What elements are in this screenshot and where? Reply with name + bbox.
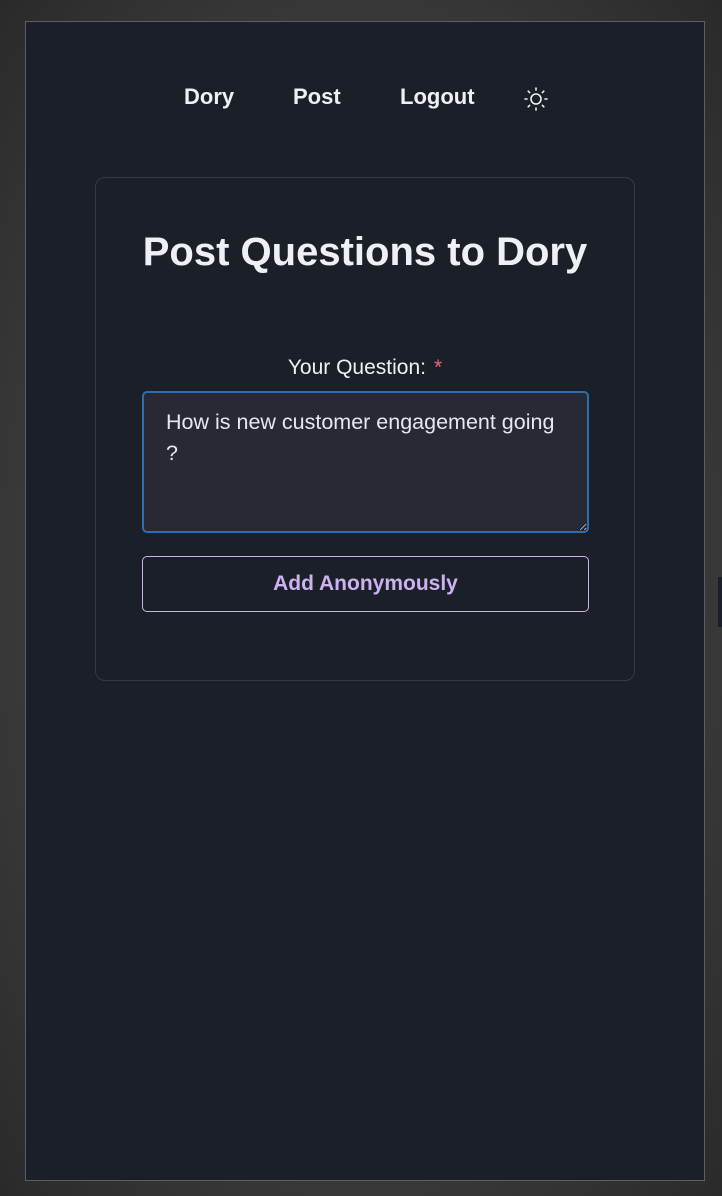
sun-icon [524, 87, 548, 111]
post-question-card: Post Questions to Dory Your Question: * A… [95, 177, 635, 681]
question-field-label: Your Question: * [96, 356, 634, 380]
question-textarea[interactable] [142, 391, 589, 533]
nav-link-post[interactable]: Post [293, 84, 341, 110]
add-anonymously-button[interactable]: Add Anonymously [142, 556, 589, 612]
question-label-text: Your Question: [287, 356, 426, 379]
side-edge-tab [718, 577, 722, 627]
theme-toggle-button[interactable] [523, 86, 549, 112]
top-nav: Dory Post Logout [26, 22, 704, 174]
page-viewport: Dory Post Logout Post Questions to Dory … [25, 21, 705, 1181]
nav-link-home[interactable]: Dory [184, 84, 234, 110]
nav-link-logout[interactable]: Logout [400, 84, 475, 110]
screen: Dory Post Logout Post Questions to Dory … [0, 0, 722, 1196]
required-marker: * [433, 356, 443, 379]
page-title: Post Questions to Dory [142, 230, 588, 274]
